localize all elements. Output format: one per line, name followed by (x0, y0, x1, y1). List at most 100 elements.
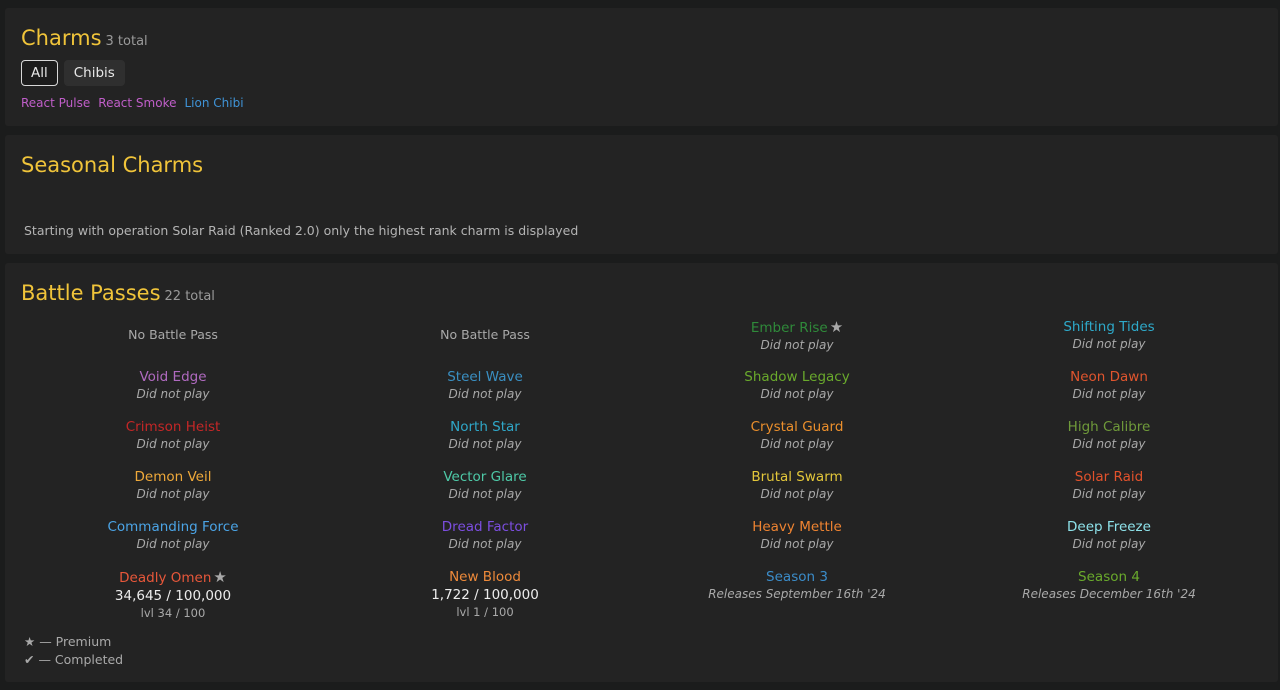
battle-pass-title: New Blood (449, 569, 521, 585)
battle-pass-name[interactable]: New Blood (431, 569, 539, 586)
battle-pass-progress: 1,722 / 100,000 (431, 587, 539, 603)
battle-pass-title: High Calibre (1067, 419, 1151, 435)
charm-link[interactable]: Lion Chibi (184, 96, 243, 110)
charm-link[interactable]: React Pulse (21, 96, 90, 110)
battle-pass-cell: Ember Rise ★ Did not play (751, 319, 843, 354)
battle-pass-title: Solar Raid (1074, 469, 1144, 485)
battle-pass-status: Did not play (448, 537, 522, 551)
battle-pass-cell: Demon Veil Did not play (135, 469, 212, 503)
battle-pass-cell: Shadow Legacy Did not play (744, 369, 849, 403)
battle-pass-cell: North Star Did not play (449, 419, 522, 453)
check-icon: ✔ (24, 652, 35, 667)
battle-pass-title: Season 3 (766, 569, 828, 585)
battle-pass-progress: 34,645 / 100,000 (114, 588, 232, 604)
battle-pass-cell: High Calibre Did not play (1068, 419, 1151, 453)
battle-pass-status: Did not play (1072, 437, 1146, 451)
battle-pass-name[interactable]: Brutal Swarm (751, 469, 842, 486)
seasonal-charms-note: Starting with operation Solar Raid (Rank… (24, 223, 579, 238)
battle-pass-status: Did not play (760, 487, 834, 501)
battle-pass-cell: Season 4 Releases December 16th '24 (1022, 569, 1196, 603)
battle-pass-name[interactable]: Steel Wave (447, 369, 523, 386)
battle-pass-cell: New Blood 1,722 / 100,000 lvl 1 / 100 (431, 569, 539, 620)
battle-pass-name[interactable]: Season 4 (1022, 569, 1196, 586)
battle-pass-status: Did not play (136, 437, 210, 451)
seasonal-charms-title: Seasonal Charms (21, 153, 204, 177)
filter-chibis-button[interactable]: Chibis (63, 60, 125, 86)
battle-pass-title: Heavy Mettle (752, 519, 842, 535)
battle-pass-cell: Commanding Force Did not play (107, 519, 238, 553)
battle-pass-title: Commanding Force (107, 519, 239, 535)
battle-pass-status: Did not play (760, 387, 834, 401)
battle-pass-status: Did not play (1072, 537, 1146, 551)
filter-all-button[interactable]: All (21, 60, 58, 86)
charms-title: Charms 3 total (21, 26, 148, 50)
battle-pass-name[interactable]: Season 3 (708, 569, 886, 586)
battle-pass-name[interactable]: Shadow Legacy (744, 369, 849, 386)
battle-pass-name[interactable]: North Star (449, 419, 522, 436)
battle-pass-cell: Crystal Guard Did not play (751, 419, 844, 453)
battle-pass-level: lvl 34 / 100 (140, 606, 206, 620)
battle-pass-name[interactable]: Deadly Omen ★ (115, 569, 231, 587)
battle-pass-title: Crimson Heist (125, 419, 221, 435)
battle-passes-title: Battle Passes 22 total (21, 281, 215, 305)
battle-pass-title: Demon Veil (134, 469, 212, 485)
battle-pass-name[interactable]: Crimson Heist (126, 419, 221, 436)
battle-pass-cell: No Battle Pass (440, 327, 530, 342)
battle-pass-cell: Brutal Swarm Did not play (751, 469, 842, 503)
battle-pass-name[interactable]: Void Edge (137, 369, 210, 386)
battle-pass-title: Brutal Swarm (751, 469, 843, 485)
no-battle-pass-label: No Battle Pass (128, 327, 218, 342)
battle-pass-name[interactable]: Neon Dawn (1070, 369, 1148, 386)
battle-pass-name[interactable]: Deep Freeze (1067, 519, 1151, 536)
battle-pass-cell: Deep Freeze Did not play (1067, 519, 1151, 553)
battle-pass-name[interactable]: Commanding Force (107, 519, 238, 536)
battle-pass-name[interactable]: Dread Factor (442, 519, 528, 536)
seasonal-charms-panel: Seasonal Charms Starting with operation … (5, 135, 1278, 254)
charms-panel: Charms 3 total All Chibis React Pulse Rea… (5, 8, 1278, 126)
battle-pass-cell: Crimson Heist Did not play (126, 419, 221, 453)
battle-pass-cell: Season 3 Releases September 16th '24 (708, 569, 886, 603)
battle-pass-status: Did not play (760, 537, 834, 551)
battle-pass-status: Did not play (448, 487, 522, 501)
battle-pass-release: Releases September 16th '24 (708, 587, 886, 601)
battle-pass-cell: Void Edge Did not play (137, 369, 210, 403)
battle-pass-title: Deadly Omen (119, 570, 212, 586)
legend-premium: ★ — Premium (24, 634, 112, 649)
battle-pass-title: Dread Factor (441, 519, 529, 535)
battle-pass-cell: Solar Raid Did not play (1073, 469, 1146, 503)
star-icon: ★ (829, 318, 844, 336)
battle-pass-cell: Deadly Omen ★ 34,645 / 100,000 lvl 34 / 100 (115, 569, 231, 621)
battle-pass-cell: No Battle Pass (128, 327, 218, 342)
battle-pass-name[interactable]: Shifting Tides (1063, 319, 1154, 336)
battle-pass-title: Void Edge (139, 369, 207, 385)
battle-pass-status: Did not play (760, 437, 834, 451)
battle-pass-release: Releases December 16th '24 (1022, 587, 1196, 601)
battle-pass-cell: Steel Wave Did not play (447, 369, 523, 403)
battle-pass-name[interactable]: Heavy Mettle (752, 519, 842, 536)
battle-pass-cell: Vector Glare Did not play (443, 469, 526, 503)
battle-pass-title: North Star (450, 419, 520, 435)
battle-pass-name[interactable]: Ember Rise ★ (751, 319, 843, 337)
battle-pass-status: Did not play (1072, 337, 1146, 351)
battle-pass-title: Vector Glare (443, 469, 527, 485)
charm-link[interactable]: React Smoke (98, 96, 176, 110)
battle-pass-name[interactable]: Demon Veil (135, 469, 212, 486)
battle-pass-name[interactable]: Vector Glare (443, 469, 526, 486)
battle-pass-title: Steel Wave (447, 369, 523, 385)
battle-pass-status: Did not play (760, 338, 834, 352)
battle-pass-name[interactable]: Solar Raid (1073, 469, 1146, 486)
battle-pass-status: Did not play (136, 537, 210, 551)
battle-pass-status: Did not play (1072, 487, 1146, 501)
battle-passes-count: 22 total (164, 289, 215, 304)
charms-count: 3 total (105, 34, 148, 49)
no-battle-pass-label: No Battle Pass (440, 327, 530, 342)
star-icon: ★ (24, 634, 36, 649)
battle-pass-name[interactable]: High Calibre (1068, 419, 1151, 436)
battle-pass-title: Ember Rise (750, 320, 828, 336)
star-icon: ★ (213, 568, 227, 586)
battle-pass-status: Did not play (448, 437, 522, 451)
battle-pass-name[interactable]: Crystal Guard (751, 419, 844, 436)
battle-pass-level: lvl 1 / 100 (456, 605, 514, 619)
battle-pass-title: Shadow Legacy (744, 369, 850, 385)
legend-completed: ✔ — Completed (24, 652, 124, 667)
